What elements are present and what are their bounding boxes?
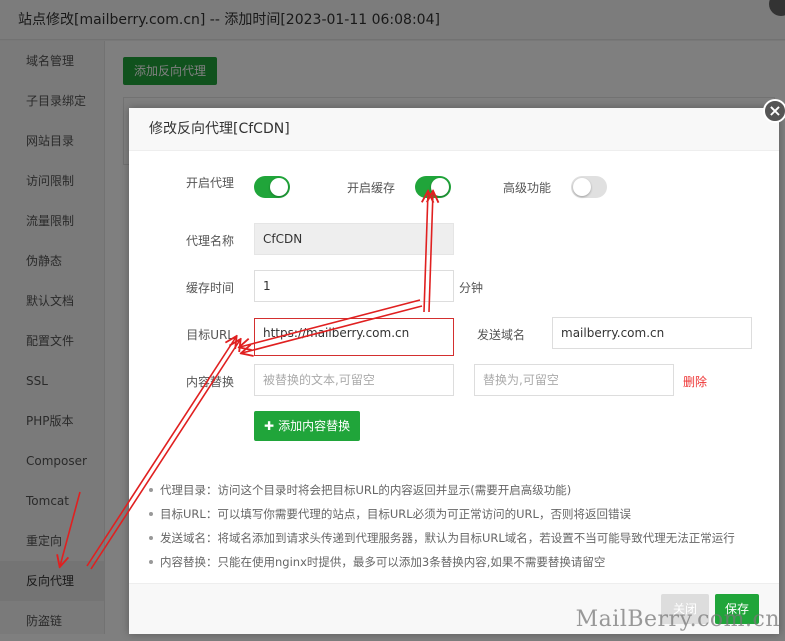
help-item: 内容替换：只能在使用nginx时提供，最多可以添加3条替换内容,如果不需要替换请… [149,550,769,574]
edit-reverse-proxy-dialog: 修改反向代理[CfCDN] 开启代理 开启缓存 高级功能 代理名称 CfCDN … [129,108,779,634]
send-domain-label: 发送域名 [476,328,525,342]
content-replace-label: 内容替换 [185,375,234,389]
cache-time-unit: 分钟 [459,281,484,295]
help-item: 目标URL：可以填写你需要代理的站点，目标URL必须为可正常访问的URL，否则将… [149,502,769,526]
advanced-toggle[interactable] [571,176,607,198]
help-item: 发送域名：将域名添加到请求头传递到代理服务器，默认为目标URL域名，若设置不当可… [149,526,769,550]
enable-proxy-toggle[interactable] [254,176,290,198]
delete-replace-link[interactable]: 删除 [683,373,707,390]
enable-cache-toggle[interactable] [415,176,451,198]
dialog-title: 修改反向代理[CfCDN] [129,108,779,151]
dialog-close-icon[interactable]: × [763,99,785,123]
help-list: 代理目录：访问这个目录时将会把目标URL的内容返回并显示(需要开启高级功能) 目… [149,478,769,574]
toggle-knob [431,178,449,196]
proxy-name-label: 代理名称 [185,234,234,248]
watermark: MailBerry.com.cn [575,607,780,632]
cache-time-label: 缓存时间 [185,281,234,295]
enable-proxy-label: 开启代理 [185,176,234,190]
add-content-replace-label: 添加内容替换 [278,419,351,433]
toggle-knob [573,178,591,196]
target-url-input[interactable]: https://mailberry.com.cn [254,318,454,356]
plus-icon: ✚ [264,419,275,433]
target-url-label: 目标URL [186,328,234,342]
toggle-knob [270,178,288,196]
help-item: 代理目录：访问这个目录时将会把目标URL的内容返回并显示(需要开启高级功能) [149,478,769,502]
replace-to-input[interactable]: 替换为,可留空 [474,364,674,396]
replace-from-input[interactable]: 被替换的文本,可留空 [254,364,454,396]
advanced-label: 高级功能 [502,181,551,195]
add-content-replace-button[interactable]: ✚ 添加内容替换 [254,411,361,441]
proxy-name-field: CfCDN [254,223,454,255]
enable-cache-label: 开启缓存 [346,181,395,195]
cache-time-input[interactable]: 1 [254,270,454,302]
send-domain-input[interactable]: mailberry.com.cn [552,317,752,349]
